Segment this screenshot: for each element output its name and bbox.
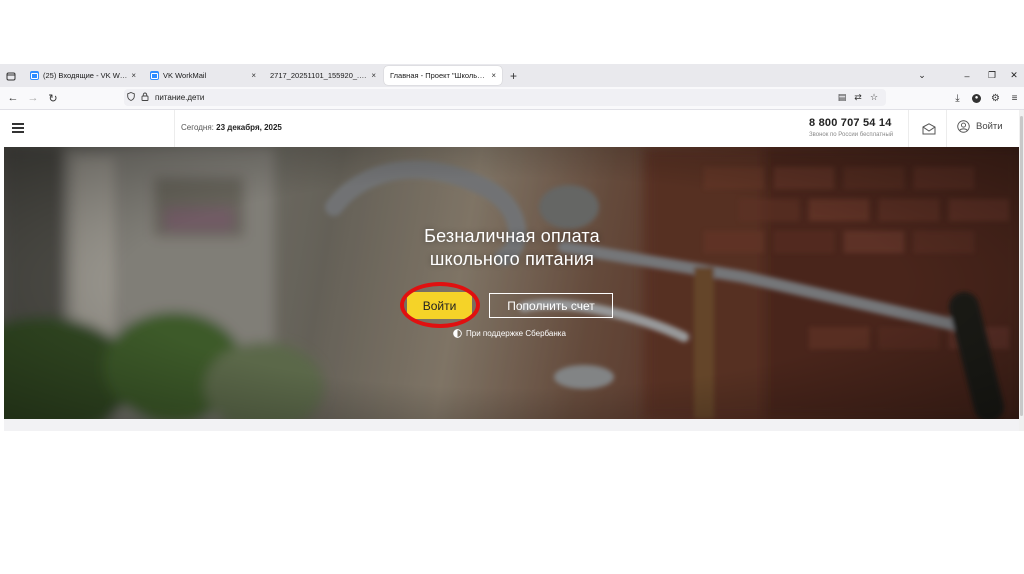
tab-title: (25) Входящие - VK WorkMail: [43, 71, 127, 80]
header-login-label: Войти: [976, 121, 1003, 132]
page-bottom-strip: [4, 419, 1020, 431]
tab-title: 2717_20251101_155920_.pdf: [270, 71, 368, 80]
tab-close-icon[interactable]: ×: [491, 71, 496, 80]
hero-title: Безналичная оплата школьного питания: [4, 225, 1020, 271]
reader-icon[interactable]: ▤: [834, 92, 850, 103]
header-divider: [908, 110, 909, 147]
browser-tab-bar: (25) Входящие - VK WorkMail × VK WorkMai…: [0, 64, 1024, 87]
hamburger-menu-icon[interactable]: [12, 123, 24, 133]
close-window-icon[interactable]: ✕: [1002, 64, 1024, 87]
extensions-icon[interactable]: ⚙: [986, 93, 1005, 104]
profile-icon[interactable]: ●: [972, 93, 981, 103]
shield-icon[interactable]: [124, 92, 138, 103]
blurred-bicycle-background: [4, 147, 1020, 419]
phone-note: Звонок по России бесплатный: [809, 132, 894, 138]
url-text: питание.дети: [155, 93, 205, 102]
header-divider: [174, 110, 175, 147]
browser-tab[interactable]: 2717_20251101_155920_.pdf ×: [264, 66, 382, 85]
site-header: Сегодня: 23 декабря, 2025 8 800 707 54 1…: [4, 110, 1020, 147]
download-icon[interactable]: ⤓: [948, 93, 967, 104]
top-up-account-button[interactable]: Пополнить счет: [489, 293, 613, 318]
hero-banner: Безналичная оплата школьного питания Вой…: [4, 147, 1020, 419]
back-icon[interactable]: ←: [3, 92, 23, 104]
sber-support-note: При поддержке Сбербанка: [453, 329, 566, 338]
header-divider: [946, 110, 947, 147]
sberbank-logo-icon: [453, 329, 462, 338]
today-label: Сегодня:: [181, 123, 214, 132]
tab-close-icon[interactable]: ×: [131, 71, 136, 80]
reload-icon[interactable]: ↻: [43, 92, 63, 105]
browser-tab[interactable]: VK WorkMail ×: [144, 66, 262, 85]
mail-icon[interactable]: [922, 122, 936, 135]
address-bar[interactable]: питание.дети ▤ ⇄ ☆: [124, 89, 886, 106]
browser-tab[interactable]: (25) Входящие - VK WorkMail ×: [24, 66, 142, 85]
tab-title: VK WorkMail: [163, 71, 207, 80]
browser-nav-bar: ← → ↻ питание.дети ▤ ⇄ ☆ ⤓ ● ⚙ ≡: [0, 87, 1024, 110]
browser-tab-active[interactable]: Главная - Проект "Школьные пита ×: [384, 66, 502, 85]
scrollbar-thumb[interactable]: [1020, 116, 1023, 416]
new-tab-button[interactable]: +: [510, 69, 517, 83]
user-icon: [957, 120, 970, 133]
tab-close-icon[interactable]: ×: [371, 71, 376, 80]
vk-workmail-favicon-icon: [150, 71, 159, 80]
menu-icon[interactable]: ≡: [1005, 93, 1024, 104]
support-phone[interactable]: 8 800 707 54 14: [809, 117, 892, 129]
translate-icon[interactable]: ⇄: [850, 92, 866, 103]
tab-title: Главная - Проект "Школьные пита: [390, 71, 488, 80]
vk-workmail-favicon-icon: [30, 71, 39, 80]
forward-icon[interactable]: →: [23, 92, 43, 104]
star-icon[interactable]: ☆: [866, 92, 882, 103]
highlight-circle-annotation: [400, 282, 480, 328]
tab-close-icon[interactable]: ×: [251, 71, 256, 80]
sber-note-text: При поддержке Сбербанка: [466, 329, 566, 338]
maximize-icon[interactable]: ❐: [980, 64, 1004, 87]
tab-overview-icon[interactable]: [0, 64, 22, 87]
today-value: 23 декабря, 2025: [216, 123, 282, 132]
header-login-button[interactable]: Войти: [957, 120, 1003, 133]
today-date: Сегодня: 23 декабря, 2025: [181, 123, 282, 132]
page-scrollbar[interactable]: [1019, 110, 1024, 431]
lock-icon[interactable]: [138, 92, 152, 103]
minimize-icon[interactable]: –: [955, 64, 979, 87]
tab-list-icon[interactable]: ⌄: [910, 64, 934, 87]
hero-title-line: Безналичная оплата: [424, 226, 600, 246]
hero-title-line: школьного питания: [429, 249, 595, 269]
